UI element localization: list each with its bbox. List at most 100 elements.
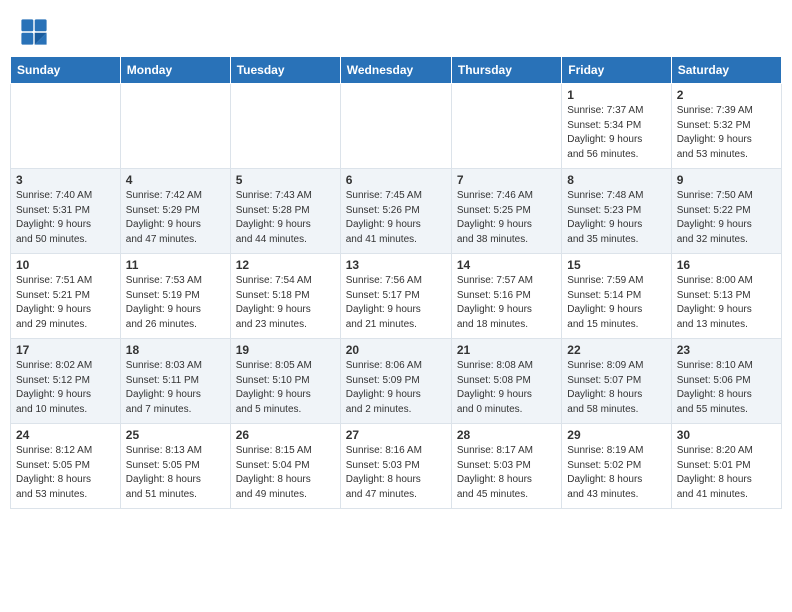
day-info: Sunrise: 7:57 AM Sunset: 5:16 PM Dayligh…: [457, 274, 556, 332]
calendar-cell: 1 Sunrise: 7:37 AM Sunset: 5:34 PM Daylig…: [562, 84, 671, 169]
day-info: Sunrise: 7:53 AM Sunset: 5:19 PM Dayligh…: [126, 274, 225, 332]
day-info: Sunrise: 8:05 AM Sunset: 5:10 PM Dayligh…: [236, 359, 335, 417]
calendar-cell: 23Sunrise: 8:10 AM Sunset: 5:06 PM Dayli…: [671, 339, 781, 424]
header: [0, 0, 792, 56]
calendar-cell: 3 Sunrise: 7:40 AM Sunset: 5:31 PM Daylig…: [11, 169, 121, 254]
day-info: Sunrise: 8:20 AM Sunset: 5:01 PM Dayligh…: [677, 444, 776, 502]
day-info: Sunrise: 7:51 AM Sunset: 5:21 PM Dayligh…: [16, 274, 115, 332]
day-number: 25: [126, 428, 225, 442]
logo: [20, 18, 52, 46]
calendar-cell: 11 Sunrise: 7:53 AM Sunset: 5:19 PM Dayli…: [120, 254, 230, 339]
day-info: Sunrise: 8:13 AM Sunset: 5:05 PM Dayligh…: [126, 444, 225, 502]
calendar-wrapper: SundayMondayTuesdayWednesdayThursdayFrid…: [0, 56, 792, 519]
day-info: Sunrise: 8:02 AM Sunset: 5:12 PM Dayligh…: [16, 359, 115, 417]
calendar-cell: 29Sunrise: 8:19 AM Sunset: 5:02 PM Dayli…: [562, 424, 671, 509]
day-number: 2: [677, 88, 776, 102]
calendar-cell: 6 Sunrise: 7:45 AM Sunset: 5:26 PM Daylig…: [340, 169, 451, 254]
calendar-table: SundayMondayTuesdayWednesdayThursdayFrid…: [10, 56, 782, 509]
day-number: 26: [236, 428, 335, 442]
day-number: 5: [236, 173, 335, 187]
calendar-cell: 22 Sunrise: 8:09 AM Sunset: 5:07 PM Dayli…: [562, 339, 671, 424]
day-info: Sunrise: 7:56 AM Sunset: 5:17 PM Dayligh…: [346, 274, 446, 332]
day-info: Sunrise: 8:12 AM Sunset: 5:05 PM Dayligh…: [16, 444, 115, 502]
calendar-cell: [340, 84, 451, 169]
calendar-cell: 30 Sunrise: 8:20 AM Sunset: 5:01 PM Dayli…: [671, 424, 781, 509]
weekday-header: Wednesday: [340, 57, 451, 84]
day-number: 4: [126, 173, 225, 187]
weekday-header: Tuesday: [230, 57, 340, 84]
calendar-cell: 15 Sunrise: 7:59 AM Sunset: 5:14 PM Dayli…: [562, 254, 671, 339]
day-info: Sunrise: 7:45 AM Sunset: 5:26 PM Dayligh…: [346, 189, 446, 247]
day-number: 21: [457, 343, 556, 357]
calendar-cell: [120, 84, 230, 169]
calendar-cell: 24 Sunrise: 8:12 AM Sunset: 5:05 PM Dayli…: [11, 424, 121, 509]
day-info: Sunrise: 8:10 AM Sunset: 5:06 PM Dayligh…: [677, 359, 776, 417]
day-info: Sunrise: 7:59 AM Sunset: 5:14 PM Dayligh…: [567, 274, 665, 332]
day-number: 7: [457, 173, 556, 187]
day-number: 27: [346, 428, 446, 442]
day-number: 1: [567, 88, 665, 102]
calendar-cell: 7Sunrise: 7:46 AM Sunset: 5:25 PM Daylig…: [451, 169, 561, 254]
calendar-cell: 18 Sunrise: 8:03 AM Sunset: 5:11 PM Dayli…: [120, 339, 230, 424]
weekday-header: Thursday: [451, 57, 561, 84]
day-number: 16: [677, 258, 776, 272]
day-number: 6: [346, 173, 446, 187]
day-number: 3: [16, 173, 115, 187]
day-info: Sunrise: 7:43 AM Sunset: 5:28 PM Dayligh…: [236, 189, 335, 247]
day-number: 8: [567, 173, 665, 187]
day-info: Sunrise: 7:40 AM Sunset: 5:31 PM Dayligh…: [16, 189, 115, 247]
calendar-cell: 10Sunrise: 7:51 AM Sunset: 5:21 PM Dayli…: [11, 254, 121, 339]
day-info: Sunrise: 7:50 AM Sunset: 5:22 PM Dayligh…: [677, 189, 776, 247]
calendar-cell: 27 Sunrise: 8:16 AM Sunset: 5:03 PM Dayli…: [340, 424, 451, 509]
calendar-cell: 14 Sunrise: 7:57 AM Sunset: 5:16 PM Dayli…: [451, 254, 561, 339]
day-info: Sunrise: 7:42 AM Sunset: 5:29 PM Dayligh…: [126, 189, 225, 247]
calendar-cell: [11, 84, 121, 169]
day-info: Sunrise: 8:00 AM Sunset: 5:13 PM Dayligh…: [677, 274, 776, 332]
calendar-cell: 2 Sunrise: 7:39 AM Sunset: 5:32 PM Daylig…: [671, 84, 781, 169]
calendar-week-row: 24 Sunrise: 8:12 AM Sunset: 5:05 PM Dayli…: [11, 424, 782, 509]
day-number: 28: [457, 428, 556, 442]
calendar-cell: 4 Sunrise: 7:42 AM Sunset: 5:29 PM Daylig…: [120, 169, 230, 254]
day-number: 13: [346, 258, 446, 272]
calendar-cell: 20 Sunrise: 8:06 AM Sunset: 5:09 PM Dayli…: [340, 339, 451, 424]
calendar-cell: 26 Sunrise: 8:15 AM Sunset: 5:04 PM Dayli…: [230, 424, 340, 509]
day-number: 22: [567, 343, 665, 357]
calendar-cell: 25 Sunrise: 8:13 AM Sunset: 5:05 PM Dayli…: [120, 424, 230, 509]
day-info: Sunrise: 8:17 AM Sunset: 5:03 PM Dayligh…: [457, 444, 556, 502]
calendar-week-row: 1 Sunrise: 7:37 AM Sunset: 5:34 PM Daylig…: [11, 84, 782, 169]
day-info: Sunrise: 8:19 AM Sunset: 5:02 PM Dayligh…: [567, 444, 665, 502]
day-number: 30: [677, 428, 776, 442]
calendar-cell: 17 Sunrise: 8:02 AM Sunset: 5:12 PM Dayli…: [11, 339, 121, 424]
day-number: 14: [457, 258, 556, 272]
day-info: Sunrise: 8:08 AM Sunset: 5:08 PM Dayligh…: [457, 359, 556, 417]
day-number: 24: [16, 428, 115, 442]
day-info: Sunrise: 7:37 AM Sunset: 5:34 PM Dayligh…: [567, 104, 665, 162]
day-number: 18: [126, 343, 225, 357]
day-number: 11: [126, 258, 225, 272]
day-info: Sunrise: 8:06 AM Sunset: 5:09 PM Dayligh…: [346, 359, 446, 417]
day-number: 15: [567, 258, 665, 272]
calendar-week-row: 17 Sunrise: 8:02 AM Sunset: 5:12 PM Dayli…: [11, 339, 782, 424]
calendar-header: SundayMondayTuesdayWednesdayThursdayFrid…: [11, 57, 782, 84]
calendar-cell: 16 Sunrise: 8:00 AM Sunset: 5:13 PM Dayli…: [671, 254, 781, 339]
calendar-cell: [230, 84, 340, 169]
calendar-body: 1 Sunrise: 7:37 AM Sunset: 5:34 PM Daylig…: [11, 84, 782, 509]
day-number: 12: [236, 258, 335, 272]
calendar-cell: 13 Sunrise: 7:56 AM Sunset: 5:17 PM Dayli…: [340, 254, 451, 339]
calendar-cell: 28 Sunrise: 8:17 AM Sunset: 5:03 PM Dayli…: [451, 424, 561, 509]
calendar-cell: 8Sunrise: 7:48 AM Sunset: 5:23 PM Daylig…: [562, 169, 671, 254]
calendar-cell: 12 Sunrise: 7:54 AM Sunset: 5:18 PM Dayli…: [230, 254, 340, 339]
day-number: 17: [16, 343, 115, 357]
calendar-week-row: 10Sunrise: 7:51 AM Sunset: 5:21 PM Dayli…: [11, 254, 782, 339]
day-info: Sunrise: 8:03 AM Sunset: 5:11 PM Dayligh…: [126, 359, 225, 417]
day-info: Sunrise: 8:15 AM Sunset: 5:04 PM Dayligh…: [236, 444, 335, 502]
weekday-header: Monday: [120, 57, 230, 84]
calendar-cell: 21 Sunrise: 8:08 AM Sunset: 5:08 PM Dayli…: [451, 339, 561, 424]
calendar-week-row: 3 Sunrise: 7:40 AM Sunset: 5:31 PM Daylig…: [11, 169, 782, 254]
day-info: Sunrise: 8:09 AM Sunset: 5:07 PM Dayligh…: [567, 359, 665, 417]
logo-icon: [20, 18, 48, 46]
day-number: 20: [346, 343, 446, 357]
day-info: Sunrise: 8:16 AM Sunset: 5:03 PM Dayligh…: [346, 444, 446, 502]
day-info: Sunrise: 7:39 AM Sunset: 5:32 PM Dayligh…: [677, 104, 776, 162]
day-info: Sunrise: 7:54 AM Sunset: 5:18 PM Dayligh…: [236, 274, 335, 332]
